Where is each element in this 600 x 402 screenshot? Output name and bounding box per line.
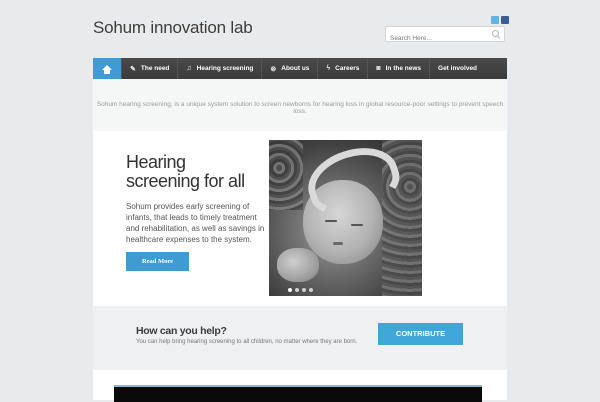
lightning-icon: ϟ	[326, 65, 331, 72]
slider-dots	[288, 288, 313, 292]
search-box	[385, 26, 505, 46]
search-input[interactable]	[386, 31, 486, 46]
camera-icon: ◙	[376, 65, 381, 72]
nav-item-careers[interactable]: ϟ Careers	[317, 58, 367, 79]
photo-eye	[351, 224, 363, 226]
hero-title: Hearing screening for all	[126, 152, 245, 191]
nav-item-label: The need	[140, 65, 170, 72]
nav-item-get-involved[interactable]: Get involved	[429, 58, 485, 79]
music-note-icon: ♫	[186, 65, 192, 72]
home-button[interactable]	[93, 58, 121, 79]
site-title[interactable]: Sohum innovation lab	[93, 18, 253, 38]
nav-item-label: Hearing screening	[196, 65, 254, 72]
read-more-button[interactable]: Read More	[126, 252, 189, 271]
help-section: How can you help? You can help bring hea…	[93, 306, 507, 370]
photo-blanket	[269, 140, 303, 210]
twitter-icon[interactable]	[491, 16, 499, 24]
video-player[interactable]	[114, 385, 482, 402]
facebook-icon[interactable]	[501, 16, 509, 24]
tagline-band: Sohum hearing screening, is a unique sys…	[93, 79, 507, 131]
hero-description: Sohum provides early screening of infant…	[126, 202, 265, 244]
nav-item-hearing-screening[interactable]: ♫ Hearing screening	[177, 58, 261, 79]
photo-eye	[325, 220, 337, 222]
photo-mouth	[333, 242, 343, 245]
photo-hand	[277, 248, 319, 282]
nav-item-label: In the news	[385, 65, 422, 72]
nav-item-label: Get involved	[438, 65, 478, 72]
slider-dot[interactable]	[302, 288, 306, 292]
slider-dot[interactable]	[288, 288, 292, 292]
nav-item-the-need[interactable]: ✎ The need	[121, 58, 177, 79]
tagline: Sohum hearing screening, is a unique sys…	[96, 101, 504, 115]
help-heading: How can you help?	[136, 325, 227, 337]
nav-item-label: About us	[281, 65, 310, 72]
slider-dot[interactable]	[295, 288, 299, 292]
hero-photo	[269, 140, 422, 296]
help-text: You can help bring hearing screening to …	[136, 339, 358, 345]
pencil-icon: ✎	[130, 65, 136, 73]
nav-item-in-the-news[interactable]: ◙ In the news	[367, 58, 429, 79]
main-nav: ✎ The need ♫ Hearing screening ⊗ About u…	[93, 58, 507, 79]
nav-item-about-us[interactable]: ⊗ About us	[261, 58, 317, 79]
hero-slider: Hearing screening for all Sohum provides…	[93, 131, 507, 306]
home-icon	[102, 65, 112, 74]
social-links	[491, 16, 509, 24]
nav-item-label: Careers	[335, 65, 360, 72]
slider-dot[interactable]	[309, 288, 313, 292]
search-icon[interactable]	[492, 30, 499, 37]
x-circle-icon: ⊗	[270, 65, 277, 73]
contribute-button[interactable]: CONTRIBUTE	[378, 323, 463, 345]
